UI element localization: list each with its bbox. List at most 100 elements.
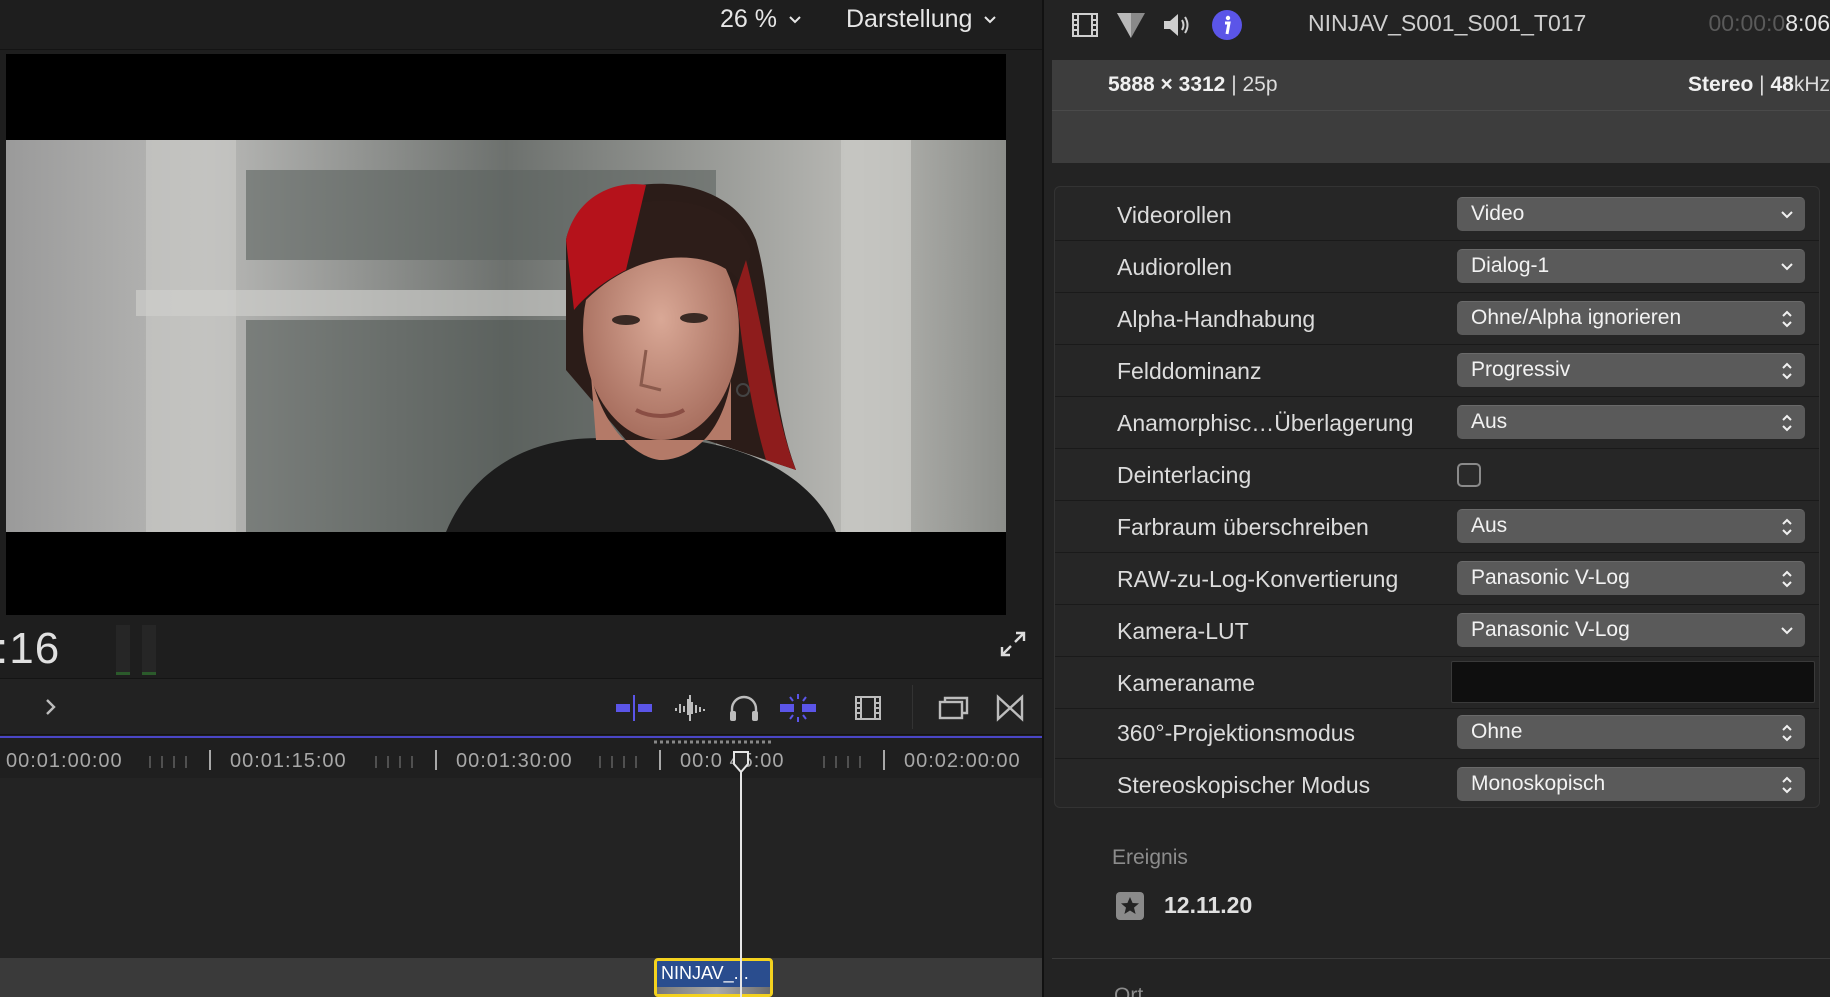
zoom-dropdown[interactable]: 26 % [720,5,803,34]
updown-chevron-icon [1782,310,1792,328]
setting-label: Deinterlacing [1117,462,1252,488]
anamorph-popup[interactable]: Aus [1457,405,1805,439]
clip-thumbnail [657,987,770,994]
popup-value: Dialog-1 [1471,254,1550,277]
video-frame-image [6,140,1006,532]
setting-row-kamera-lut: Kamera-LUT Panasonic V-Log [1055,605,1819,657]
playhead[interactable] [740,752,742,997]
inspector-clip-duration: 00:00:08:06 [1708,10,1830,37]
projektionsmodus-popup[interactable]: Ohne [1457,715,1805,749]
ruler-label: 00:01:15:00 [230,750,347,772]
chevron-down-icon [984,15,997,23]
video-inspector-tab-icon[interactable] [1068,8,1102,42]
deinterlacing-checkbox[interactable] [1457,463,1481,487]
speaker-icon[interactable] [1160,8,1194,42]
alpha-handhabung-popup[interactable]: Ohne/Alpha ignorieren [1457,301,1805,335]
skimming-icon[interactable] [614,693,654,723]
banner-divider [1052,110,1830,111]
clip-label: NINJAV_... [661,963,749,983]
sample-rate-value: 48 [1770,73,1794,96]
inspector-clip-name: NINJAV_S001_S001_T017 [1308,10,1587,36]
timeline-area[interactable] [0,778,1042,997]
setting-row-farbraum: Farbraum überschreiben Aus [1055,501,1819,553]
popup-value: Panasonic V-Log [1471,618,1630,641]
resolution: 5888 × 3312 [1108,73,1226,96]
star-icon [1116,892,1144,920]
color-inspector-tab-icon[interactable] [1114,8,1148,42]
setting-row-360-projektion: 360°-Projektionsmodus Ohne [1055,707,1819,759]
transitions-browser-icon[interactable] [990,693,1030,723]
setting-label: Alpha-Handhabung [1117,306,1316,332]
setting-row-audiorollen: Audiorollen Dialog-1 [1055,241,1819,293]
ruler-label: 00:01:00:00 [6,750,123,772]
setting-label: Audiorollen [1117,254,1233,280]
chevron-down-icon [789,15,801,23]
setting-row-felddominanz: Felddominanz Progressiv [1055,345,1819,397]
videorollen-popup[interactable]: Video [1457,197,1805,231]
popup-value: Progressiv [1471,358,1571,381]
popup-value: Panasonic V-Log [1471,566,1630,589]
farbraum-popup[interactable]: Aus [1457,509,1805,543]
audio-format-info: Stereo | 48kHz [1687,73,1830,96]
audio-skimming-icon[interactable] [670,693,710,723]
updown-chevron-icon [1782,518,1792,536]
setting-label: Farbraum überschreiben [1117,514,1369,540]
setting-label: Videorollen [1117,202,1232,228]
frame-rate: 25p [1242,73,1278,96]
audio-meter-left [116,625,130,675]
setting-row-raw-to-log: RAW-zu-Log-Konvertierung Panasonic V-Log [1055,553,1819,605]
setting-label: Felddominanz [1117,358,1262,384]
updown-chevron-icon [1782,724,1792,742]
toolbar-divider [912,685,913,729]
timeline-ruler[interactable]: 00:01:00:00 00:01:15:00 00:01:30:00 00:0… [0,736,1042,778]
clip-info-banner: 5888 × 3312 | 25p Stereo | 48kHz [1052,60,1830,163]
popup-value: Aus [1471,514,1508,537]
setting-label: Kameraname [1117,670,1256,696]
event-section: Ereignis 12.11.20 [1044,836,1830,956]
chevron-down-icon [1781,263,1793,271]
audio-meter-right [142,625,156,675]
video-format-info: 5888 × 3312 | 25p [1108,73,1278,96]
effects-browser-icon[interactable] [934,693,974,723]
snapping-icon[interactable] [778,693,818,723]
updown-chevron-icon [1782,414,1792,432]
sample-rate-unit: kHz [1793,73,1830,96]
setting-row-videorollen: Videorollen Video [1055,189,1819,241]
duration-leading: 00:00:0 [1708,10,1786,36]
updown-chevron-icon [1782,362,1792,380]
popup-value: Ohne [1471,720,1523,743]
setting-row-kameraname: Kameraname [1055,657,1819,709]
info-icon[interactable] [1210,8,1244,42]
timeline-toolbar [0,678,1042,735]
playhead-handle-icon[interactable] [731,750,751,776]
popup-value: Aus [1471,410,1508,433]
viewer-footer: :16 [0,617,1042,677]
raw-to-log-popup[interactable]: Panasonic V-Log [1457,561,1805,595]
kameraname-field[interactable] [1451,661,1815,703]
setting-label: 360°-Projektionsmodus [1117,720,1356,746]
popup-value: Ohne/Alpha ignorieren [1471,306,1682,329]
chevron-right-icon[interactable] [40,693,62,721]
setting-label: Anamorphisc…Überlagerung [1117,410,1414,436]
setting-row-anamorph: Anamorphisc…Überlagerung Aus [1055,397,1819,449]
timeline-clip[interactable]: NINJAV_... [654,958,773,997]
viewer-pane: 26 % Darstellung:16 00:01:00:00 00:01:1… [0,0,1042,997]
felddominanz-popup[interactable]: Progressiv [1457,353,1805,387]
kamera-lut-popup[interactable]: Panasonic V-Log [1457,613,1805,647]
display-dropdown[interactable]: Darstellung [846,5,998,34]
section-divider [1052,958,1830,959]
video-viewer[interactable] [6,54,1006,615]
audiorollen-popup[interactable]: Dialog-1 [1457,249,1805,283]
stereoskopisch-popup[interactable]: Monoskopisch [1457,767,1805,801]
inspector-header: NINJAV_S001_S001_T017 00:00:08:06 [1044,0,1830,50]
settings-panel: Videorollen Video Audiorollen Dialog-1 A… [1054,186,1820,808]
popup-value: Video [1471,202,1525,225]
headphones-icon[interactable] [724,693,764,723]
updown-chevron-icon [1782,776,1792,794]
clip-appearance-icon[interactable] [848,693,888,723]
zoom-label: 26 % [720,5,777,33]
primary-storyline[interactable] [0,958,1042,997]
viewer-toolbar: 26 % Darstellung [0,0,1042,50]
setting-label: RAW-zu-Log-Konvertierung [1117,566,1399,592]
fullscreen-icon[interactable] [998,629,1028,659]
